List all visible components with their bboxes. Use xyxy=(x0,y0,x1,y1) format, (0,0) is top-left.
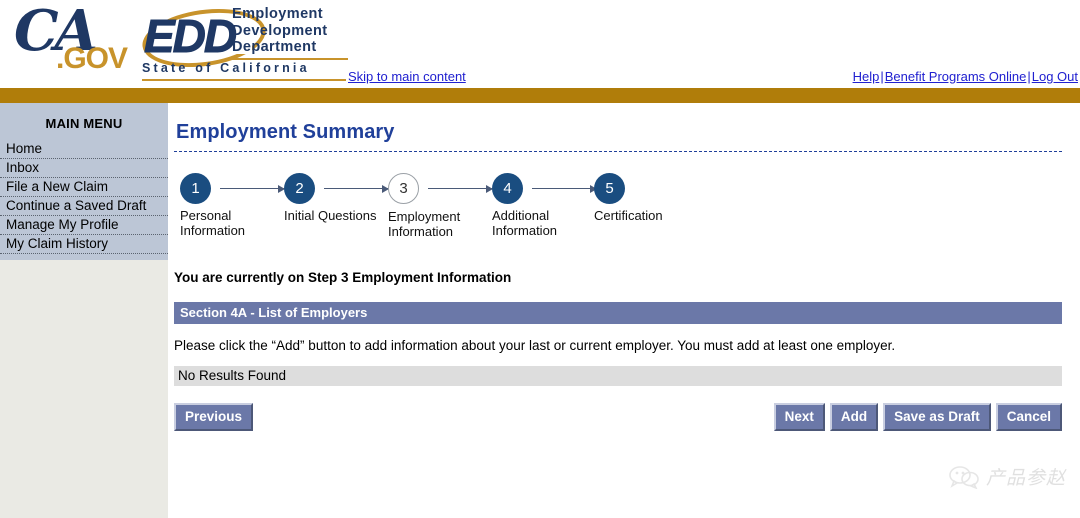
main-content: Employment Summary 1 Personal Informatio… xyxy=(168,103,1080,518)
instruction-text: Please click the “Add” button to add inf… xyxy=(174,338,896,353)
edd-gold-rule xyxy=(232,58,348,60)
step-5-label: Certification xyxy=(594,208,663,223)
sidebar-item-file-a-new-claim[interactable]: File a New Claim xyxy=(0,178,168,197)
edd-gold-underline xyxy=(142,79,346,81)
step-4-additional-information[interactable]: 4 Additional Information xyxy=(492,173,584,238)
edd-line-3: Department xyxy=(232,39,317,55)
step-4-label: Additional Information xyxy=(492,208,558,238)
sidebar-menu: MAIN MENU Home Inbox File a New Claim Co… xyxy=(0,103,168,260)
header-links: Help|Benefit Programs Online|Log Out xyxy=(853,69,1078,84)
watermark: 产品参赵 xyxy=(949,463,1066,490)
sidebar-item-my-claim-history[interactable]: My Claim History xyxy=(0,235,168,254)
step-1-circle: 1 xyxy=(180,173,211,204)
log-out-link[interactable]: Log Out xyxy=(1032,69,1078,84)
action-button-group: Next Add Save as Draft Cancel xyxy=(773,403,1062,431)
previous-button[interactable]: Previous xyxy=(174,403,254,431)
edd-acronym-text: EDD xyxy=(143,10,237,62)
cancel-button[interactable]: Cancel xyxy=(995,403,1062,431)
wechat-bubble-icon xyxy=(949,465,979,489)
gold-divider-bar xyxy=(0,88,1080,103)
ca-logo-gov-text: .GOV xyxy=(56,42,128,75)
step-2-label: Initial Questions xyxy=(284,208,377,223)
edd-department-name: Employment Development Department xyxy=(232,6,327,56)
step-1-label: Personal Information xyxy=(180,208,246,238)
watermark-text: 产品参赵 xyxy=(985,467,1066,489)
sidebar-item-manage-my-profile[interactable]: Manage My Profile xyxy=(0,216,168,235)
step-2-initial-questions[interactable]: 2 Initial Questions xyxy=(284,173,388,224)
no-results-bar: No Results Found xyxy=(174,366,1062,386)
benefit-programs-online-link[interactable]: Benefit Programs Online xyxy=(885,69,1027,84)
step-arrow-4-5 xyxy=(532,184,597,193)
sidebar: MAIN MENU Home Inbox File a New Claim Co… xyxy=(0,103,168,518)
edd-state-text: State of California xyxy=(142,61,310,75)
step-3-employment-information[interactable]: 3 Employment Information xyxy=(388,173,484,239)
section-header-bar: Section 4A - List of Employers xyxy=(174,302,1062,324)
save-as-draft-button[interactable]: Save as Draft xyxy=(883,403,991,431)
step-3-label: Employment Information xyxy=(388,209,461,239)
edd-line-1: Employment xyxy=(232,6,324,22)
step-3-circle: 3 xyxy=(388,173,419,204)
sidebar-title: MAIN MENU xyxy=(45,116,123,131)
sidebar-item-home[interactable]: Home xyxy=(0,140,168,159)
step-2-circle: 2 xyxy=(284,173,315,204)
progress-stepper: 1 Personal Information 2 Initial Questio… xyxy=(176,173,1066,263)
add-button[interactable]: Add xyxy=(829,403,879,431)
sidebar-item-inbox[interactable]: Inbox xyxy=(0,159,168,178)
next-button[interactable]: Next xyxy=(773,403,825,431)
edd-line-2: Development xyxy=(232,22,328,39)
step-1-personal-information[interactable]: 1 Personal Information xyxy=(180,173,266,238)
page-title: Employment Summary xyxy=(176,121,395,143)
help-link[interactable]: Help xyxy=(853,69,880,84)
sidebar-item-continue-a-saved-draft[interactable]: Continue a Saved Draft xyxy=(0,197,168,216)
title-divider xyxy=(174,151,1062,152)
ca-gov-logo[interactable]: CA .GOV xyxy=(8,2,130,82)
step-arrow-2-3 xyxy=(324,184,389,193)
step-arrow-3-4 xyxy=(428,184,493,193)
step-arrow-1-2 xyxy=(220,184,285,193)
edd-logo[interactable]: EDD Employment Development Department St… xyxy=(138,1,350,84)
current-step-text: You are currently on Step 3 Employment I… xyxy=(174,270,512,285)
skip-to-main-content-link[interactable]: Skip to main content xyxy=(348,69,466,84)
page-header: CA .GOV EDD Employment Development Depar… xyxy=(0,0,1080,103)
step-5-certification[interactable]: 5 Certification xyxy=(594,173,684,224)
step-4-circle: 4 xyxy=(492,173,523,204)
step-5-circle: 5 xyxy=(594,173,625,204)
